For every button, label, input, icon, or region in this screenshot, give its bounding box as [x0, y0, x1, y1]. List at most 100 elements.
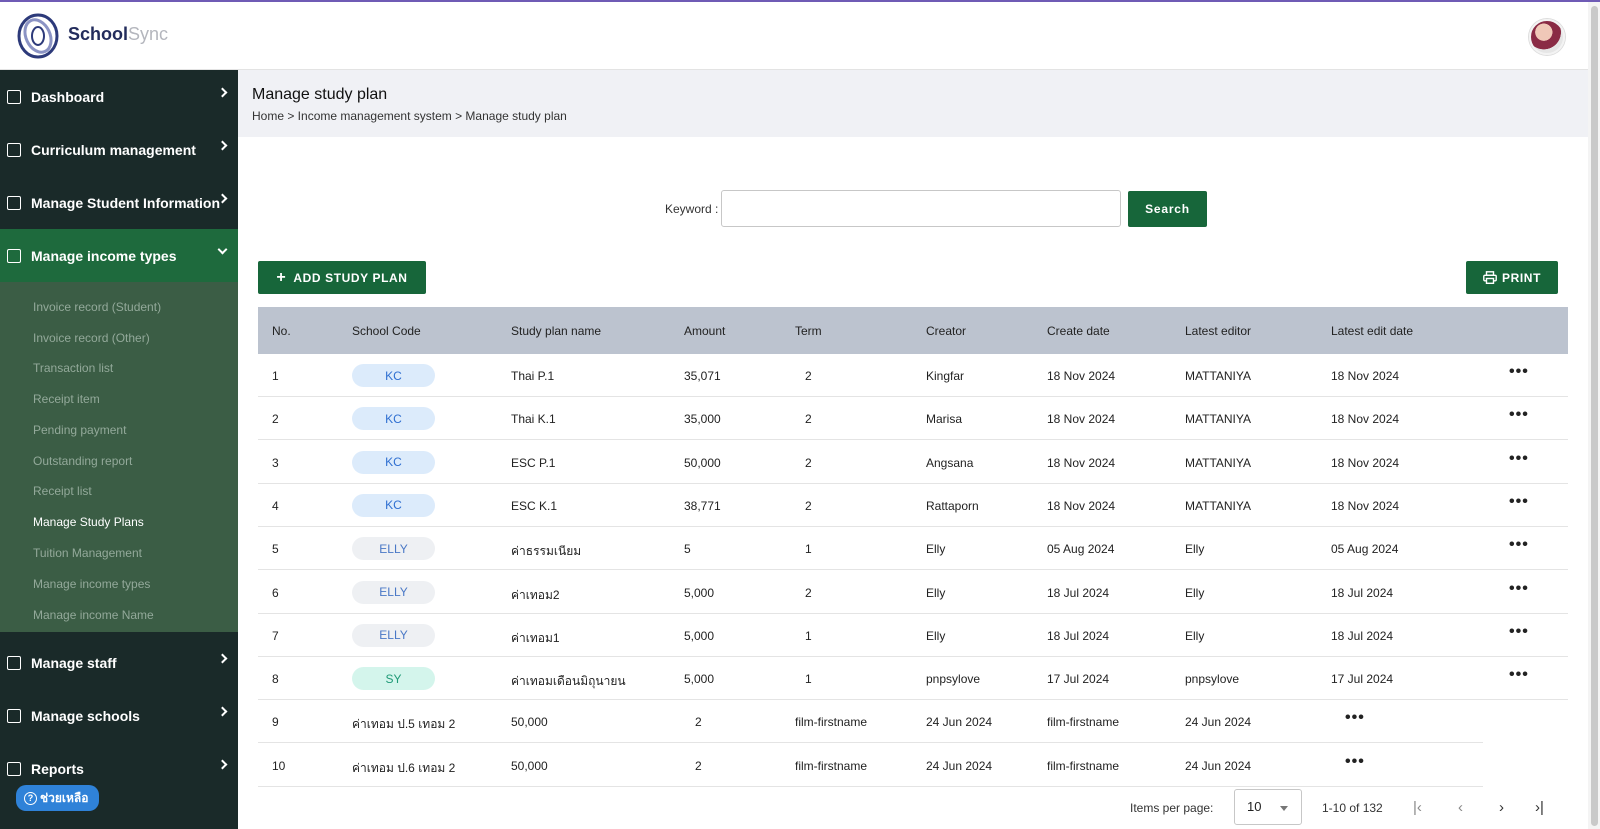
cell-creator: Elly: [926, 542, 946, 557]
user-avatar[interactable]: [1529, 19, 1565, 55]
sidebar-item-schools[interactable]: Manage schools: [0, 689, 238, 742]
more-actions-icon[interactable]: •••: [1509, 493, 1529, 509]
cell-created: 18 Jul 2024: [1047, 585, 1110, 600]
keyword-label: Keyword :: [665, 202, 719, 216]
sidebar-item-dashboard[interactable]: Dashboard: [0, 70, 238, 123]
cell-amount: 5: [684, 542, 691, 557]
sidebar-item-label: Reports: [31, 760, 84, 777]
sidebar-item-students[interactable]: Manage Student Information: [0, 176, 238, 229]
help-button[interactable]: ? ช่วยเหลือ: [16, 785, 99, 811]
prev-page-icon[interactable]: ‹: [1458, 799, 1463, 816]
cell-no: 7: [272, 628, 279, 643]
submenu-receipt-list[interactable]: Receipt list: [33, 484, 92, 498]
page-header: Manage study plan Home > Income manageme…: [238, 70, 1588, 137]
scrollbar-thumb[interactable]: [1591, 6, 1598, 826]
school-code-badge: ELLY: [352, 580, 435, 604]
sidebar: Dashboard Curriculum management Manage S…: [0, 70, 238, 829]
cell-name: ค่าเทอมเดือนมิถุนายน: [511, 674, 626, 689]
brand-primary: School: [68, 24, 129, 44]
add-study-plan-button[interactable]: + ADD STUDY PLAN: [258, 261, 426, 294]
cell-no: 4: [272, 498, 279, 513]
income-submenu: Invoice record (Student) Invoice record …: [0, 282, 238, 632]
cell-edited: 18 Jul 2024: [1331, 628, 1394, 643]
submenu-manage-income-types[interactable]: Manage income types: [33, 577, 150, 591]
table-row[interactable]: 9 ค่าเทอม ป.5 เทอม 2 50,000 2 film-firstname…: [258, 700, 1483, 744]
submenu-invoice-other[interactable]: Invoice record (Other): [33, 331, 150, 345]
cell-name: ค่าธรรมเนียม: [511, 544, 582, 559]
cell-creator: film-firstname: [795, 715, 868, 730]
submenu-manage-study-plans[interactable]: Manage Study Plans: [33, 515, 144, 529]
next-page-icon[interactable]: ›: [1499, 799, 1504, 816]
sidebar-item-staff[interactable]: Manage staff: [0, 636, 238, 689]
chevron-right-icon: [217, 706, 228, 717]
keyword-input[interactable]: [721, 190, 1121, 227]
school-code-badge: SY: [352, 667, 435, 691]
more-actions-icon[interactable]: •••: [1509, 364, 1529, 380]
cell-term: 1: [805, 672, 812, 687]
page-size-select[interactable]: 10: [1234, 789, 1302, 825]
cell-edited: 18 Nov 2024: [1331, 455, 1400, 470]
print-button[interactable]: PRINT: [1466, 261, 1558, 294]
graduation-cap-icon: [7, 142, 21, 157]
cell-amount: 35,071: [684, 369, 721, 383]
cell-edited: 18 Nov 2024: [1331, 369, 1400, 383]
cell-creator: Angsana: [926, 455, 974, 470]
cell-edited: 18 Nov 2024: [1331, 412, 1400, 427]
table-row[interactable]: 2 Thai K.1 35,000 2 Marisa 18 Nov 2024 MATTANI…: [258, 397, 1568, 441]
chevron-right-icon: [217, 759, 228, 770]
first-page-icon[interactable]: |‹: [1413, 799, 1422, 816]
table-row[interactable]: 8 ค่าเทอมเดือนมิถุนายน 5,000 1 pnpsylove 17 J…: [258, 657, 1568, 701]
cell-editor: Elly: [1185, 542, 1205, 557]
submenu-manage-income-name[interactable]: Manage income Name: [33, 608, 154, 622]
help-label: ช่วยเหลือ: [40, 790, 89, 805]
school-code-badge: KC: [352, 450, 435, 474]
col-no: No.: [272, 324, 291, 338]
cell-created: 24 Jun 2024: [926, 758, 993, 773]
school-icon: [7, 708, 21, 723]
more-actions-icon[interactable]: •••: [1509, 667, 1529, 683]
table-row[interactable]: 1 Thai P.1 35,071 2 Kingfar 18 Nov 2024 MATTAN…: [258, 354, 1568, 397]
more-actions-icon[interactable]: •••: [1509, 580, 1529, 596]
cell-amount: 50,000: [684, 455, 721, 470]
dropdown-arrow-icon: [1280, 806, 1288, 811]
scrollbar[interactable]: [1588, 2, 1600, 829]
cell-editor: MATTANIYA: [1185, 455, 1251, 470]
cell-creator: Elly: [926, 585, 946, 600]
table-row[interactable]: 6 ค่าเทอม2 5,000 2 Elly 18 Jul 2024 Elly 18 Jul…: [258, 571, 1568, 614]
more-actions-icon[interactable]: •••: [1509, 407, 1529, 423]
cell-no: 6: [272, 585, 279, 600]
table-row[interactable]: 3 ESC P.1 50,000 2 Angsana 18 Nov 2024 MATTANI…: [258, 441, 1568, 484]
submenu-pending-payment[interactable]: Pending payment: [33, 423, 126, 437]
cell-created: 18 Nov 2024: [1047, 369, 1116, 383]
table-row[interactable]: 4 ESC K.1 38,771 2 Rattaporn 18 Nov 2024 MATTA…: [258, 484, 1568, 527]
sidebar-item-income-types[interactable]: Manage income types: [0, 229, 238, 282]
sidebar-item-label: Dashboard: [31, 88, 105, 105]
cell-created: 18 Nov 2024: [1047, 455, 1116, 470]
cell-editor: film-firstname: [1047, 758, 1120, 773]
cell-name: ESC K.1: [511, 498, 558, 513]
page-title: Manage study plan: [252, 86, 388, 103]
submenu-transaction-list[interactable]: Transaction list: [33, 361, 113, 375]
more-actions-icon[interactable]: •••: [1509, 623, 1529, 639]
more-actions-icon[interactable]: •••: [1509, 450, 1529, 466]
submenu-outstanding-report[interactable]: Outstanding report: [33, 454, 132, 468]
cell-no: 1: [272, 369, 279, 383]
table-row[interactable]: 10 ค่าเทอม ป.6 เทอม 2 50,000 2 film-firstnam…: [258, 744, 1483, 787]
more-actions-icon[interactable]: •••: [1509, 537, 1529, 553]
submenu-tuition-management[interactable]: Tuition Management: [33, 546, 142, 560]
cell-edited: 18 Jul 2024: [1331, 585, 1394, 600]
more-actions-icon[interactable]: •••: [1345, 753, 1365, 769]
table-row[interactable]: 7 ค่าเทอม1 5,000 1 Elly 18 Jul 2024 Elly 18 Jul…: [258, 614, 1568, 657]
more-actions-icon[interactable]: •••: [1345, 710, 1365, 726]
school-code-badge: KC: [352, 364, 435, 387]
cell-creator: film-firstname: [795, 758, 868, 773]
search-button[interactable]: Search: [1128, 191, 1207, 227]
col-creator: Creator: [926, 324, 967, 338]
cell-term: 2: [695, 758, 702, 773]
last-page-icon[interactable]: ›|: [1535, 799, 1544, 816]
sidebar-item-curriculum[interactable]: Curriculum management: [0, 123, 238, 176]
items-per-page-label: Items per page:: [1130, 801, 1214, 815]
submenu-invoice-student[interactable]: Invoice record (Student): [33, 300, 161, 314]
submenu-receipt-item[interactable]: Receipt item: [33, 392, 100, 406]
table-row[interactable]: 5 ค่าธรรมเนียม 5 1 Elly 05 Aug 2024 Elly 05 Aug…: [258, 527, 1568, 571]
